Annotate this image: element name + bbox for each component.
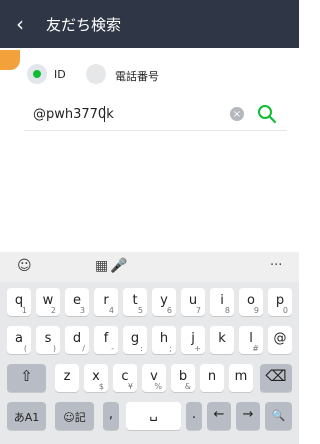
search-key[interactable]: 🔍 [265,402,292,430]
search-type-row: ID 電話番号 [0,60,299,90]
cursor-right-key[interactable]: → [236,402,260,430]
keyboard-toolbar [0,252,299,282]
back-button[interactable]: ‹ [8,12,32,36]
shift-icon: ⇧ [20,367,33,385]
key-o[interactable]: o9 [239,288,263,316]
search-icon: 🔍 [271,409,286,422]
id-search-field[interactable]: @pwh3770k × [24,100,287,131]
radio-phone-label: 電話番号 [115,70,159,83]
key-i[interactable]: i8 [210,288,234,316]
key-y[interactable]: y6 [152,288,176,316]
key-k[interactable]: k [210,326,234,354]
period-key[interactable]: . [186,402,202,430]
more-icon[interactable]: ··· [270,258,282,273]
page-title: 友だち検索 [46,16,122,34]
clear-icon[interactable]: × [230,107,244,121]
space-key[interactable]: ␣ [126,402,181,430]
key-d[interactable]: d / [65,326,89,354]
radio-id-label: ID [54,68,66,81]
key-l[interactable]: l # [239,326,263,354]
key-n[interactable]: n [200,364,224,392]
text-caret [104,106,105,122]
language-toggle-key[interactable]: あA1 [7,402,46,430]
chevron-left-icon: ‹ [16,12,24,36]
comma-key[interactable]: , [103,402,119,430]
key-j[interactable]: j + [181,326,205,354]
key-t[interactable]: t5 [123,288,147,316]
key-at[interactable]: @ [268,326,292,354]
emoji-key[interactable]: ☺記 [55,402,94,430]
search-icon[interactable] [256,103,278,125]
header-bar: ‹ 友だち検索 [0,0,299,48]
backspace-key[interactable]: ⌫ [260,364,292,392]
key-q[interactable]: q1 [7,288,31,316]
key-e[interactable]: e3 [65,288,89,316]
key-h[interactable]: h; [152,326,176,354]
key-x[interactable]: x $ [84,364,108,392]
shift-key[interactable]: ⇧ [7,364,46,392]
key-a[interactable]: a( [7,326,31,354]
key-r[interactable]: r4 [94,288,118,316]
mic-icon[interactable]: 🎤 [110,258,127,274]
key-m[interactable]: m [229,364,253,392]
backspace-icon: ⌫ [265,367,287,385]
key-g[interactable]: g: [123,326,147,354]
key-c[interactable]: c ¥ [113,364,137,392]
search-input[interactable]: @pwh3770k [33,107,114,122]
cursor-left-key[interactable]: ← [207,402,231,430]
face-icon[interactable]: ☺ [17,258,32,274]
radio-id[interactable] [27,64,47,84]
text-grid-icon[interactable]: ▦ [95,258,108,274]
key-z[interactable]: z [55,364,79,392]
radio-phone[interactable] [86,64,106,84]
key-f[interactable]: f- [94,326,118,354]
key-v[interactable]: v% [142,364,166,392]
key-s[interactable]: s) [36,326,60,354]
key-p[interactable]: p0 [268,288,292,316]
key-w[interactable]: w2 [36,288,60,316]
key-b[interactable]: b & [171,364,195,392]
key-u[interactable]: u7 [181,288,205,316]
